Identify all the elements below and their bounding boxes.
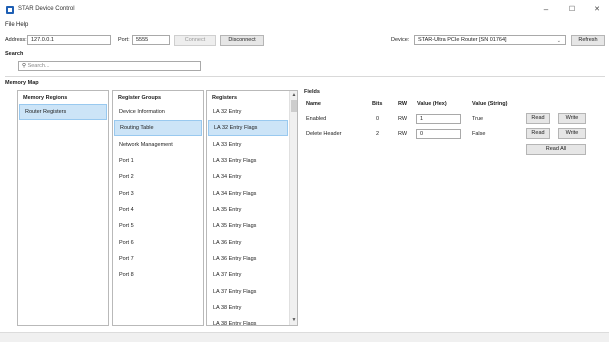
close-icon[interactable]: ✕	[587, 4, 607, 16]
list-item[interactable]: Port 4	[114, 202, 202, 218]
list-item[interactable]: LA 36 Entry Flags	[208, 251, 288, 267]
memory-regions-header: Memory Regions	[23, 95, 68, 101]
search-placeholder: Search...	[27, 63, 50, 69]
fields-header-bits: Bits	[372, 101, 383, 107]
list-item[interactable]: LA 34 Entry Flags	[208, 186, 288, 202]
register-groups-header: Register Groups	[118, 95, 162, 101]
field-rw: RW	[398, 116, 408, 122]
search-label: Search	[5, 51, 24, 57]
registers-scrollbar[interactable]: ▲ ▼	[289, 91, 297, 325]
port-input[interactable]: 5555	[132, 35, 170, 45]
list-item[interactable]: LA 36 Entry	[208, 235, 288, 251]
scroll-up-icon[interactable]: ▲	[290, 92, 297, 98]
maximize-icon[interactable]: ☐	[562, 4, 582, 16]
list-item-router-registers[interactable]: Router Registers	[19, 104, 107, 120]
read-button[interactable]: Read	[526, 128, 550, 139]
chevron-down-icon: ⌄	[556, 38, 561, 44]
list-item[interactable]: LA 33 Entry Flags	[208, 153, 288, 169]
registers-panel: Registers LA 32 Entry LA 32 Entry Flags …	[206, 90, 298, 326]
disconnect-button[interactable]: Disconnect	[220, 35, 264, 46]
field-name: Enabled	[306, 116, 327, 122]
minimize-icon[interactable]: –	[536, 4, 556, 16]
list-item[interactable]: Port 2	[114, 169, 202, 185]
device-select-value: STAR-Ultra PCIe Router [SN 01764]	[418, 37, 507, 43]
search-input[interactable]: ⚲ Search...	[18, 61, 201, 71]
field-string-value: True	[472, 116, 484, 122]
list-item[interactable]: Port 8	[114, 267, 202, 283]
menu-file[interactable]: File	[5, 22, 15, 28]
list-item[interactable]: LA 35 Entry	[208, 202, 288, 218]
write-button[interactable]: Write	[558, 113, 586, 124]
menu-help[interactable]: Help	[16, 22, 28, 28]
list-item[interactable]: Routing Table	[114, 120, 202, 136]
refresh-button[interactable]: Refresh	[571, 35, 605, 46]
status-bar	[0, 332, 609, 342]
list-item[interactable]: LA 37 Entry Flags	[208, 284, 288, 300]
field-name: Delete Header	[306, 131, 342, 137]
list-item[interactable]: Port 6	[114, 235, 202, 251]
scroll-thumb[interactable]	[291, 100, 297, 112]
window-title: STAR Device Control	[18, 6, 75, 12]
list-item[interactable]: Port 3	[114, 186, 202, 202]
read-all-button[interactable]: Read All	[526, 144, 586, 155]
registers-header: Registers	[212, 95, 238, 101]
address-label: Address:	[5, 37, 27, 43]
device-label: Device:	[391, 37, 410, 43]
field-hex-input[interactable]: 1	[416, 114, 461, 124]
menu-bar	[0, 20, 609, 32]
write-button[interactable]: Write	[558, 128, 586, 139]
list-item[interactable]: LA 34 Entry	[208, 169, 288, 185]
list-item[interactable]: Device Information	[114, 104, 202, 120]
list-item[interactable]: LA 38 Entry Flags	[208, 316, 288, 325]
list-item[interactable]: LA 35 Entry Flags	[208, 218, 288, 234]
app-icon	[6, 6, 14, 14]
connect-button[interactable]: Connect	[174, 35, 216, 46]
list-item[interactable]: LA 32 Entry Flags	[208, 120, 288, 136]
fields-header-value-hex: Value (Hex)	[417, 101, 447, 107]
list-item[interactable]: Network Management	[114, 137, 202, 153]
read-button[interactable]: Read	[526, 113, 550, 124]
port-label: Port:	[118, 37, 130, 43]
list-item[interactable]: Port 1	[114, 153, 202, 169]
register-groups-panel: Register Groups Device Information Routi…	[112, 90, 204, 326]
fields-label: Fields	[304, 89, 320, 95]
list-item[interactable]: Port 7	[114, 251, 202, 267]
field-string-value: False	[472, 131, 486, 137]
fields-header-rw: RW	[398, 101, 408, 107]
search-icon: ⚲	[22, 63, 27, 69]
list-item[interactable]: LA 33 Entry	[208, 137, 288, 153]
fields-header-name: Name	[306, 101, 321, 107]
list-item[interactable]: LA 32 Entry	[208, 104, 288, 120]
address-input[interactable]: 127.0.0.1	[27, 35, 111, 45]
field-bits: 0	[376, 116, 380, 122]
list-item[interactable]: Port 5	[114, 218, 202, 234]
device-select[interactable]: STAR-Ultra PCIe Router [SN 01764] ⌄	[414, 35, 566, 45]
divider	[5, 76, 605, 77]
title-bar	[0, 0, 609, 20]
list-item[interactable]: LA 38 Entry	[208, 300, 288, 316]
list-item[interactable]: LA 37 Entry	[208, 267, 288, 283]
field-rw: RW	[398, 131, 408, 137]
memory-regions-panel: Memory Regions Router Registers	[17, 90, 109, 326]
fields-header-value-string: Value (String)	[472, 101, 508, 107]
scroll-down-icon[interactable]: ▼	[290, 317, 297, 323]
field-hex-input[interactable]: 0	[416, 129, 461, 139]
field-bits: 2	[376, 131, 380, 137]
memory-map-label: Memory Map	[5, 80, 39, 86]
